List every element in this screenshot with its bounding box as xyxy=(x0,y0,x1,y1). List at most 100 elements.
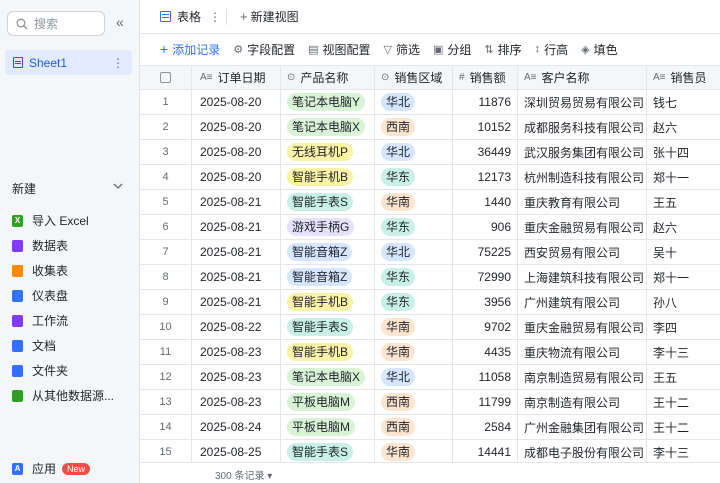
table-cell[interactable]: 2025-08-23 xyxy=(192,365,281,389)
table-cell[interactable]: 笔记本电脑Y xyxy=(281,90,375,114)
table-cell[interactable]: 2025-08-21 xyxy=(192,290,281,314)
table-row[interactable]: 13 2025-08-23 平板电脑M 西南 11799 南京制造有限公司 王十二 xyxy=(140,390,720,415)
table-cell[interactable]: 2025-08-25 xyxy=(192,440,281,464)
table-cell[interactable]: 11058 xyxy=(453,365,518,389)
table-cell[interactable]: 14441 xyxy=(453,440,518,464)
table-cell[interactable]: 2025-08-24 xyxy=(192,415,281,439)
table-cell[interactable]: 赵六 xyxy=(647,215,720,239)
table-cell[interactable]: 赵六 xyxy=(647,115,720,139)
column-header[interactable]: A≡ 销售员 xyxy=(647,66,720,89)
table-cell[interactable]: 华北 xyxy=(375,140,453,164)
new-item-datasource[interactable]: 从其他数据源... xyxy=(12,383,114,408)
table-cell[interactable]: 智能手机B xyxy=(281,290,375,314)
table-cell[interactable]: 2025-08-22 xyxy=(192,315,281,339)
table-cell[interactable]: 钱七 xyxy=(647,90,720,114)
table-cell[interactable]: 智能手机B xyxy=(281,165,375,189)
table-row[interactable]: 9 2025-08-21 智能手机B 华东 3956 广州建筑有限公司 孙八 xyxy=(140,290,720,315)
table-row[interactable]: 5 2025-08-21 智能手表S 华南 1440 重庆教育有限公司 王五 xyxy=(140,190,720,215)
table-cell[interactable]: 张十四 xyxy=(647,140,720,164)
sidebar-item-sheet1[interactable]: Sheet1 ⋮ xyxy=(5,50,132,75)
sheet-more-icon[interactable]: ⋮ xyxy=(112,56,124,70)
table-cell[interactable]: 李四 xyxy=(647,315,720,339)
table-cell[interactable]: 华北 xyxy=(375,365,453,389)
table-cell[interactable]: 西南 xyxy=(375,115,453,139)
table-cell[interactable]: 9702 xyxy=(453,315,518,339)
table-cell[interactable]: 武汉服务集团有限公司 xyxy=(518,140,647,164)
filter-button[interactable]: ▽ 筛选 xyxy=(384,41,420,58)
table-row[interactable]: 8 2025-08-21 智能音箱Z 华东 72990 上海建筑科技有限公司 郑十一 xyxy=(140,265,720,290)
table-cell[interactable]: 2025-08-20 xyxy=(192,165,281,189)
table-cell[interactable]: 王五 xyxy=(647,190,720,214)
table-cell[interactable]: 西南 xyxy=(375,390,453,414)
row-height-button[interactable]: ↕ 行高 xyxy=(535,41,569,58)
new-item-datatable[interactable]: 数据表 xyxy=(12,233,114,258)
table-cell[interactable]: 4435 xyxy=(453,340,518,364)
new-section-header[interactable]: 新建 xyxy=(12,180,124,197)
collapse-sidebar-icon[interactable]: « xyxy=(116,14,124,30)
table-cell[interactable]: 华南 xyxy=(375,340,453,364)
table-cell[interactable]: 深圳贸易贸易有限公司 xyxy=(518,90,647,114)
table-cell[interactable]: 孙八 xyxy=(647,290,720,314)
table-cell[interactable]: 1440 xyxy=(453,190,518,214)
table-cell[interactable]: 2025-08-21 xyxy=(192,265,281,289)
table-cell[interactable]: 重庆物流有限公司 xyxy=(518,340,647,364)
table-cell[interactable]: 3956 xyxy=(453,290,518,314)
table-cell[interactable]: 杭州制造科技有限公司 xyxy=(518,165,647,189)
table-row[interactable]: 14 2025-08-24 平板电脑M 西南 2584 广州金融集团有限公司 王十二 xyxy=(140,415,720,440)
select-all-cell[interactable] xyxy=(140,66,192,89)
table-row[interactable]: 3 2025-08-20 无线耳机P 华北 36449 武汉服务集团有限公司 张十四 xyxy=(140,140,720,165)
table-cell[interactable]: 智能手表S xyxy=(281,315,375,339)
table-cell[interactable]: 75225 xyxy=(453,240,518,264)
select-all-checkbox[interactable] xyxy=(160,72,171,83)
table-cell[interactable]: 36449 xyxy=(453,140,518,164)
table-cell[interactable]: 重庆金融贸易有限公司 xyxy=(518,215,647,239)
table-cell[interactable]: 2025-08-21 xyxy=(192,215,281,239)
table-cell[interactable]: 王五 xyxy=(647,365,720,389)
new-item-form[interactable]: 收集表 xyxy=(12,258,114,283)
view-config-button[interactable]: ▤ 视图配置 xyxy=(308,41,370,58)
tab-table[interactable]: 表格 ⋮ xyxy=(160,8,221,25)
table-cell[interactable]: 无线耳机P xyxy=(281,140,375,164)
table-cell[interactable]: 王十二 xyxy=(647,390,720,414)
table-cell[interactable]: 2025-08-20 xyxy=(192,140,281,164)
table-cell[interactable]: 重庆教育有限公司 xyxy=(518,190,647,214)
new-item-folder[interactable]: 文件夹 xyxy=(12,358,114,383)
table-cell[interactable]: 智能手表S xyxy=(281,440,375,464)
table-cell[interactable]: 平板电脑M xyxy=(281,415,375,439)
new-view-button[interactable]: + 新建视图 xyxy=(240,8,299,25)
table-cell[interactable]: 李十三 xyxy=(647,440,720,464)
table-cell[interactable]: 11876 xyxy=(453,90,518,114)
new-item-doc[interactable]: 文档 xyxy=(12,333,114,358)
record-count[interactable]: 300 条记录 ▾ xyxy=(215,467,272,482)
table-cell[interactable]: 2025-08-21 xyxy=(192,190,281,214)
table-cell[interactable]: 西安贸易有限公司 xyxy=(518,240,647,264)
table-cell[interactable]: 华北 xyxy=(375,240,453,264)
sort-button[interactable]: ⇅ 排序 xyxy=(484,41,521,58)
table-row[interactable]: 12 2025-08-23 笔记本电脑X 华北 11058 南京制造贸易有限公司 王五 xyxy=(140,365,720,390)
table-row[interactable]: 11 2025-08-23 智能手机B 华南 4435 重庆物流有限公司 李十三 xyxy=(140,340,720,365)
table-cell[interactable]: 10152 xyxy=(453,115,518,139)
table-cell[interactable]: 华东 xyxy=(375,165,453,189)
table-cell[interactable]: 智能音箱Z xyxy=(281,265,375,289)
table-row[interactable]: 2 2025-08-20 笔记本电脑X 西南 10152 成都服务科技有限公司 赵六 xyxy=(140,115,720,140)
new-item-dashboard[interactable]: 仪表盘 xyxy=(12,283,114,308)
table-cell[interactable]: 11799 xyxy=(453,390,518,414)
table-cell[interactable]: 郑十一 xyxy=(647,165,720,189)
table-cell[interactable]: 智能手表S xyxy=(281,190,375,214)
group-button[interactable]: ▣ 分组 xyxy=(433,41,471,58)
table-cell[interactable]: 李十三 xyxy=(647,340,720,364)
table-cell[interactable]: 广州金融集团有限公司 xyxy=(518,415,647,439)
table-cell[interactable]: 重庆金融贸易有限公司 xyxy=(518,315,647,339)
column-header[interactable]: # 销售额 xyxy=(453,66,518,89)
table-cell[interactable]: 吴十 xyxy=(647,240,720,264)
table-cell[interactable]: 郑十一 xyxy=(647,265,720,289)
field-config-button[interactable]: ⚙ 字段配置 xyxy=(233,41,295,58)
table-cell[interactable]: 南京制造有限公司 xyxy=(518,390,647,414)
table-cell[interactable]: 王十二 xyxy=(647,415,720,439)
table-cell[interactable]: 2025-08-23 xyxy=(192,340,281,364)
fill-color-button[interactable]: ◈ 填色 xyxy=(581,41,617,58)
column-header[interactable]: ⊙ 产品名称 xyxy=(281,66,375,89)
app-button[interactable]: A 应用 New xyxy=(12,460,91,477)
table-cell[interactable]: 笔记本电脑X xyxy=(281,365,375,389)
column-header[interactable]: A≡ 客户名称 xyxy=(518,66,647,89)
